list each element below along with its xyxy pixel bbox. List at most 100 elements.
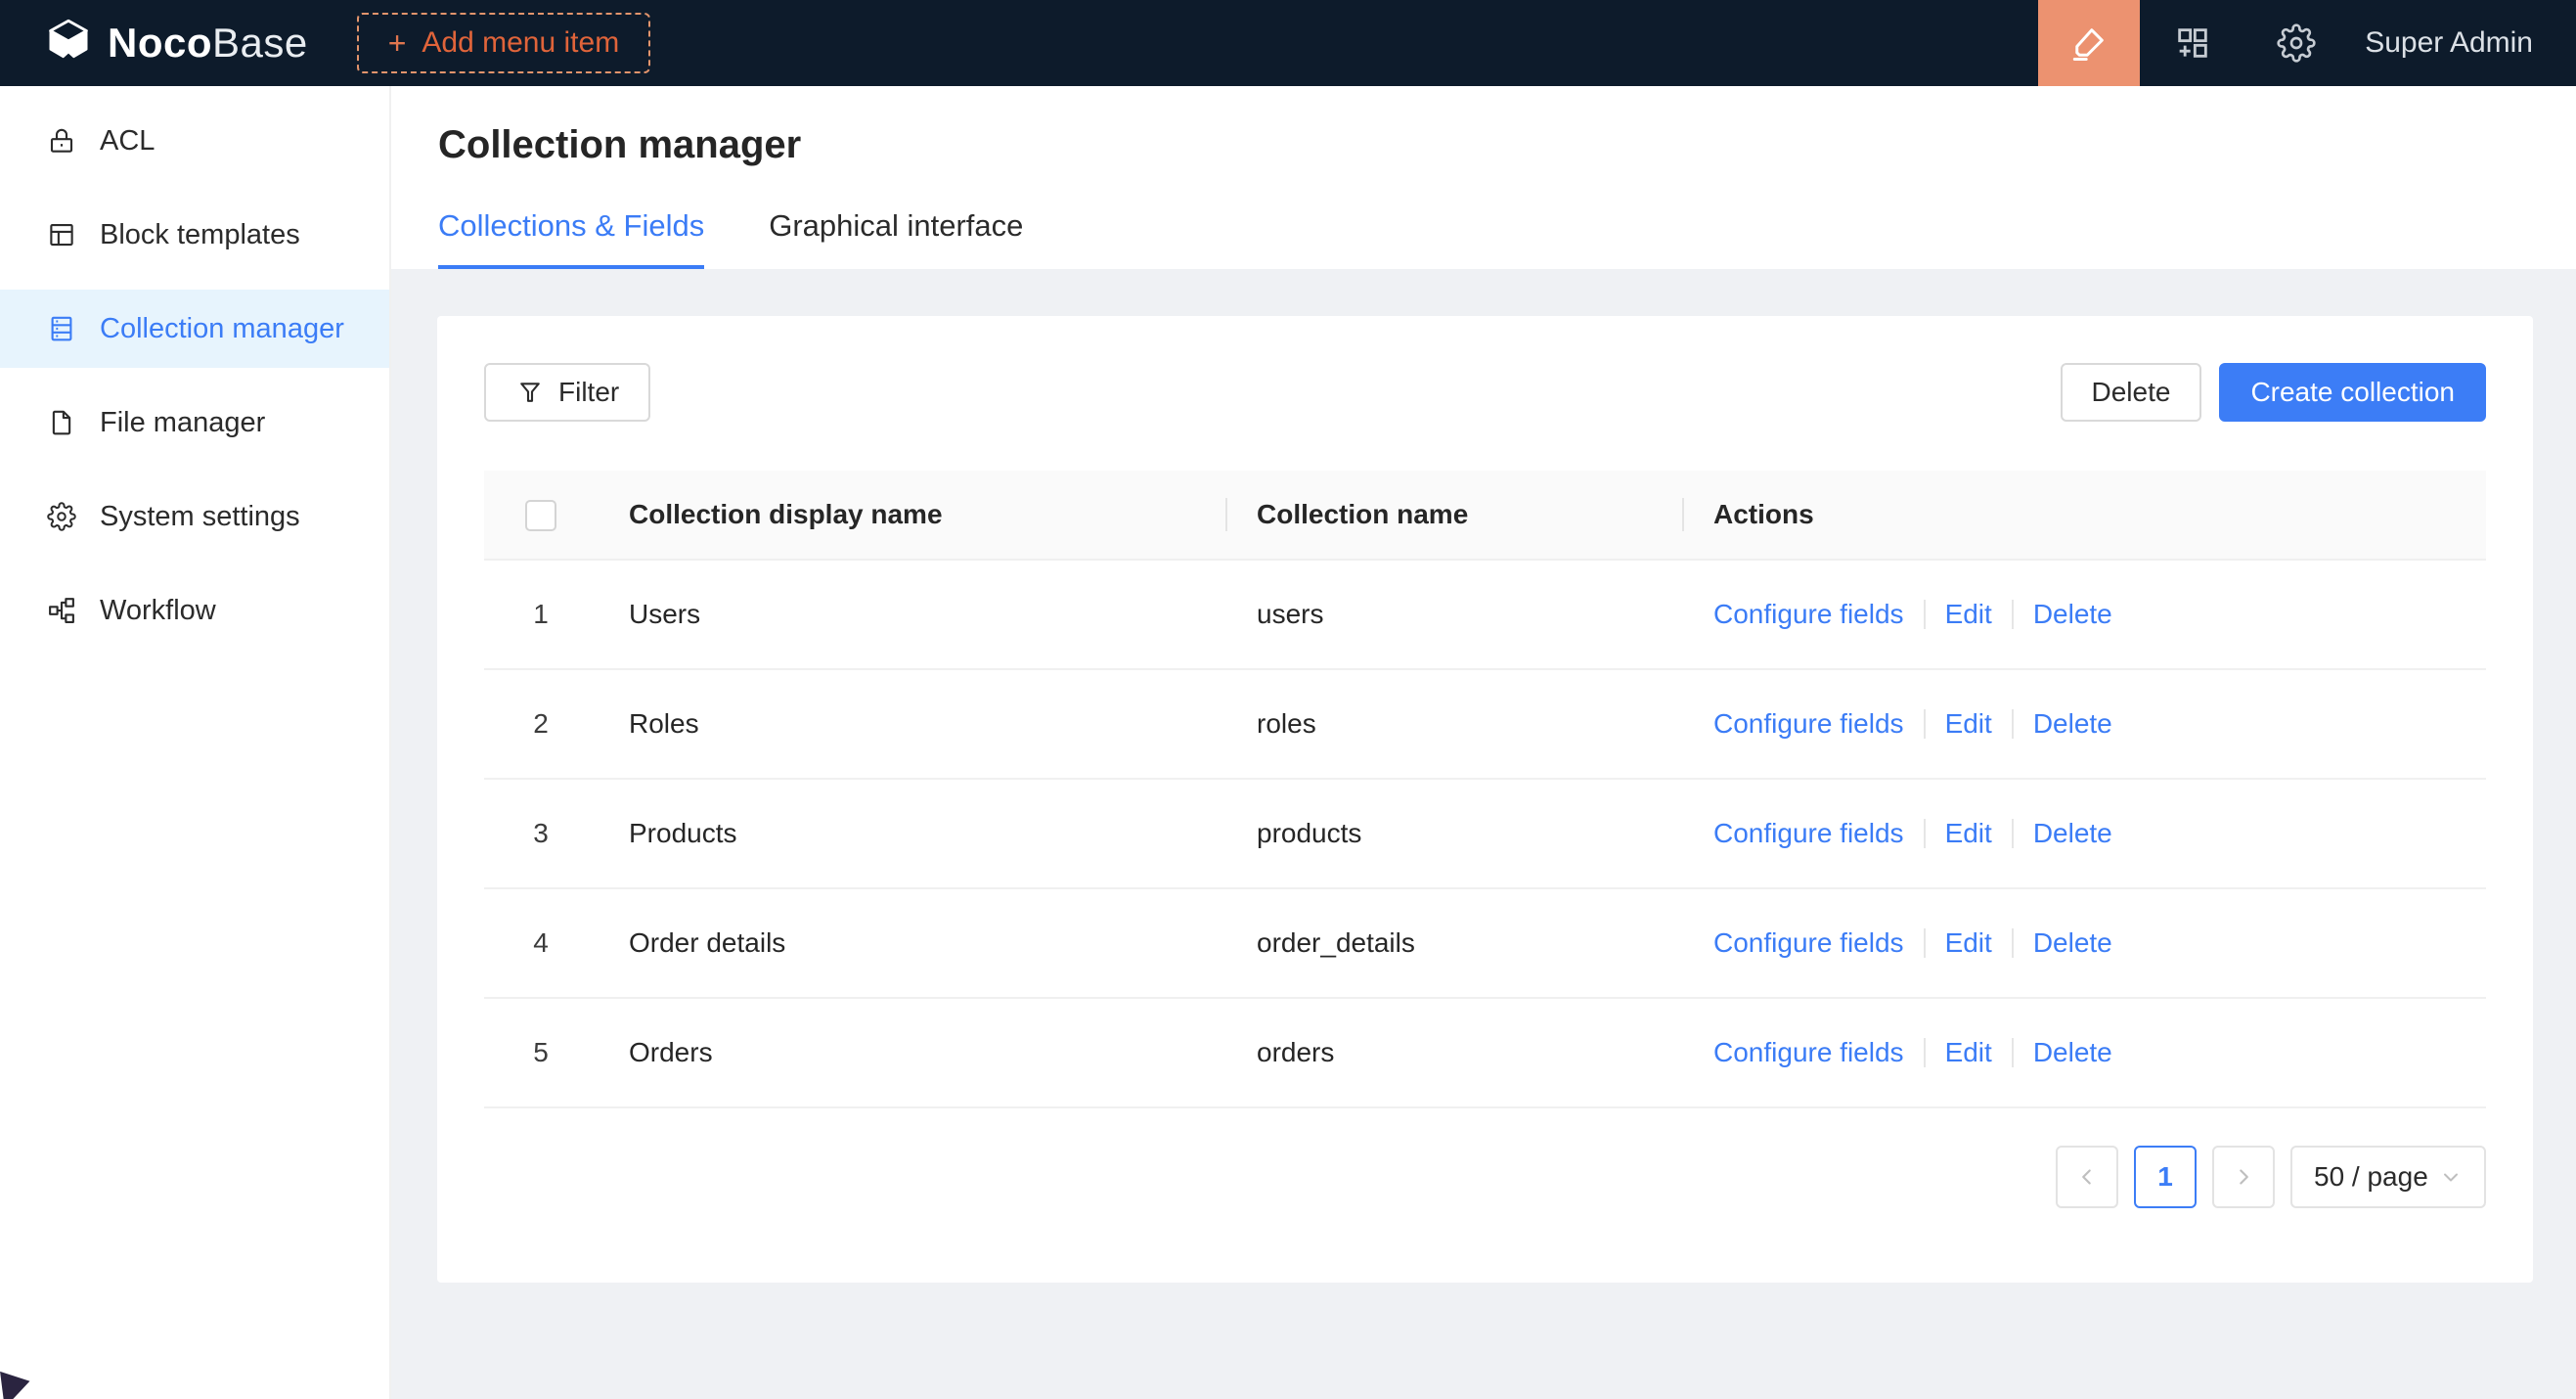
database-icon — [47, 314, 76, 343]
edit-link[interactable]: Edit — [1945, 599, 1992, 630]
user-menu[interactable]: Super Admin — [2347, 26, 2576, 60]
column-header-display-name: Collection display name — [598, 499, 1225, 530]
cell-display-name: Orders — [598, 1037, 1225, 1068]
sidebar-item-label: Block templates — [100, 219, 300, 251]
sidebar-item-label: Workflow — [100, 595, 216, 627]
cell-name: users — [1225, 599, 1682, 630]
configure-fields-link[interactable]: Configure fields — [1713, 1037, 1904, 1068]
cell-display-name: Products — [598, 818, 1225, 849]
cell-actions: Configure fields Edit Delete — [1682, 1037, 2486, 1068]
sidebar-item-label: Collection manager — [100, 313, 344, 345]
add-menu-item-button[interactable]: + Add menu item — [357, 13, 650, 73]
prev-page-button[interactable] — [2056, 1146, 2118, 1208]
table-row: 3 Products products Configure fields Edi… — [484, 780, 2486, 889]
column-header-actions: Actions — [1682, 499, 2486, 530]
divider — [1924, 1038, 1926, 1067]
delete-link[interactable]: Delete — [2033, 1037, 2112, 1068]
table-toolbar: Filter Delete Create collection — [484, 363, 2486, 422]
nocobase-logo: NocoBase — [43, 18, 308, 68]
row-index[interactable]: 4 — [484, 927, 598, 959]
divider — [2012, 928, 2014, 958]
divider — [1924, 709, 1926, 739]
table-row: 1 Users users Configure fields Edit Dele… — [484, 561, 2486, 670]
table-row: 4 Order details order_details Configure … — [484, 889, 2486, 999]
collections-table: Collection display name Collection name … — [484, 471, 2486, 1108]
delete-link[interactable]: Delete — [2033, 708, 2112, 740]
divider — [1924, 600, 1926, 629]
edit-link[interactable]: Edit — [1945, 818, 1992, 849]
chevron-left-icon — [2074, 1164, 2100, 1190]
gear-icon — [2277, 23, 2316, 63]
column-header-name: Collection name — [1225, 499, 1682, 530]
cell-display-name: Order details — [598, 927, 1225, 959]
file-icon — [47, 408, 76, 437]
filter-button[interactable]: Filter — [484, 363, 650, 422]
delete-link[interactable]: Delete — [2033, 818, 2112, 849]
chevron-down-icon — [2439, 1165, 2463, 1189]
filter-label: Filter — [558, 377, 619, 408]
lock-icon — [47, 126, 76, 156]
table-row: 5 Orders orders Configure fields Edit De… — [484, 999, 2486, 1108]
filter-funnel-icon — [515, 378, 545, 407]
edit-link[interactable]: Edit — [1945, 1037, 1992, 1068]
tab-bar: Collections & Fields Graphical interface — [438, 208, 2529, 269]
sidebar-item-label: ACL — [100, 125, 155, 158]
divider — [2012, 709, 2014, 739]
nocobase-logo-icon — [43, 18, 94, 68]
select-all-checkbox[interactable] — [525, 500, 556, 531]
divider — [1924, 819, 1926, 848]
settings-button[interactable] — [2245, 0, 2347, 86]
top-header: NocoBase + Add menu item — [0, 0, 2576, 86]
cell-name: products — [1225, 818, 1682, 849]
row-index[interactable]: 2 — [484, 708, 598, 740]
sidebar-item-label: System settings — [100, 501, 300, 533]
cell-name: orders — [1225, 1037, 1682, 1068]
add-menu-item-label: Add menu item — [422, 26, 619, 60]
cell-display-name: Roles — [598, 708, 1225, 740]
partition-icon — [47, 596, 76, 625]
row-index[interactable]: 5 — [484, 1037, 598, 1068]
sidebar-item-acl[interactable]: ACL — [0, 102, 389, 180]
next-page-button[interactable] — [2212, 1146, 2275, 1208]
page-header: Collection manager Collections & Fields … — [391, 86, 2576, 269]
table-header-row: Collection display name Collection name … — [484, 471, 2486, 561]
sidebar-item-file-manager[interactable]: File manager — [0, 384, 389, 462]
sidebar-item-label: File manager — [100, 407, 265, 439]
tab-graphical-interface[interactable]: Graphical interface — [769, 208, 1023, 269]
delete-link[interactable]: Delete — [2033, 599, 2112, 630]
cell-actions: Configure fields Edit Delete — [1682, 927, 2486, 959]
divider — [2012, 1038, 2014, 1067]
sidebar-item-system-settings[interactable]: System settings — [0, 477, 389, 556]
page-size-select[interactable]: 50 / page — [2290, 1146, 2486, 1208]
configure-fields-link[interactable]: Configure fields — [1713, 708, 1904, 740]
divider — [2012, 600, 2014, 629]
delete-link[interactable]: Delete — [2033, 927, 2112, 959]
configure-fields-link[interactable]: Configure fields — [1713, 818, 1904, 849]
cell-actions: Configure fields Edit Delete — [1682, 599, 2486, 630]
plus-icon: + — [388, 27, 407, 59]
configure-fields-link[interactable]: Configure fields — [1713, 927, 1904, 959]
cell-name: roles — [1225, 708, 1682, 740]
edit-link[interactable]: Edit — [1945, 927, 1992, 959]
bulk-delete-button[interactable]: Delete — [2061, 363, 2202, 422]
page-size-value: 50 / page — [2314, 1161, 2428, 1193]
plugins-button[interactable] — [2140, 0, 2245, 86]
cell-display-name: Users — [598, 599, 1225, 630]
ui-editor-button[interactable] — [2038, 0, 2140, 86]
page-1-button[interactable]: 1 — [2134, 1146, 2197, 1208]
row-index[interactable]: 1 — [484, 599, 598, 630]
sidebar: ACL Block templates C — [0, 86, 391, 1399]
create-collection-button[interactable]: Create collection — [2219, 363, 2486, 422]
sidebar-item-block-templates[interactable]: Block templates — [0, 196, 389, 274]
chevron-right-icon — [2231, 1164, 2256, 1190]
sidebar-item-workflow[interactable]: Workflow — [0, 571, 389, 650]
sidebar-item-collection-manager[interactable]: Collection manager — [0, 290, 389, 368]
highlighter-icon — [2068, 23, 2110, 64]
tab-collections-fields[interactable]: Collections & Fields — [438, 208, 704, 269]
cell-actions: Configure fields Edit Delete — [1682, 708, 2486, 740]
row-index[interactable]: 3 — [484, 818, 598, 849]
configure-fields-link[interactable]: Configure fields — [1713, 599, 1904, 630]
edit-link[interactable]: Edit — [1945, 708, 1992, 740]
appstore-add-icon — [2173, 23, 2212, 63]
collections-card: Filter Delete Create collection — [437, 316, 2533, 1283]
